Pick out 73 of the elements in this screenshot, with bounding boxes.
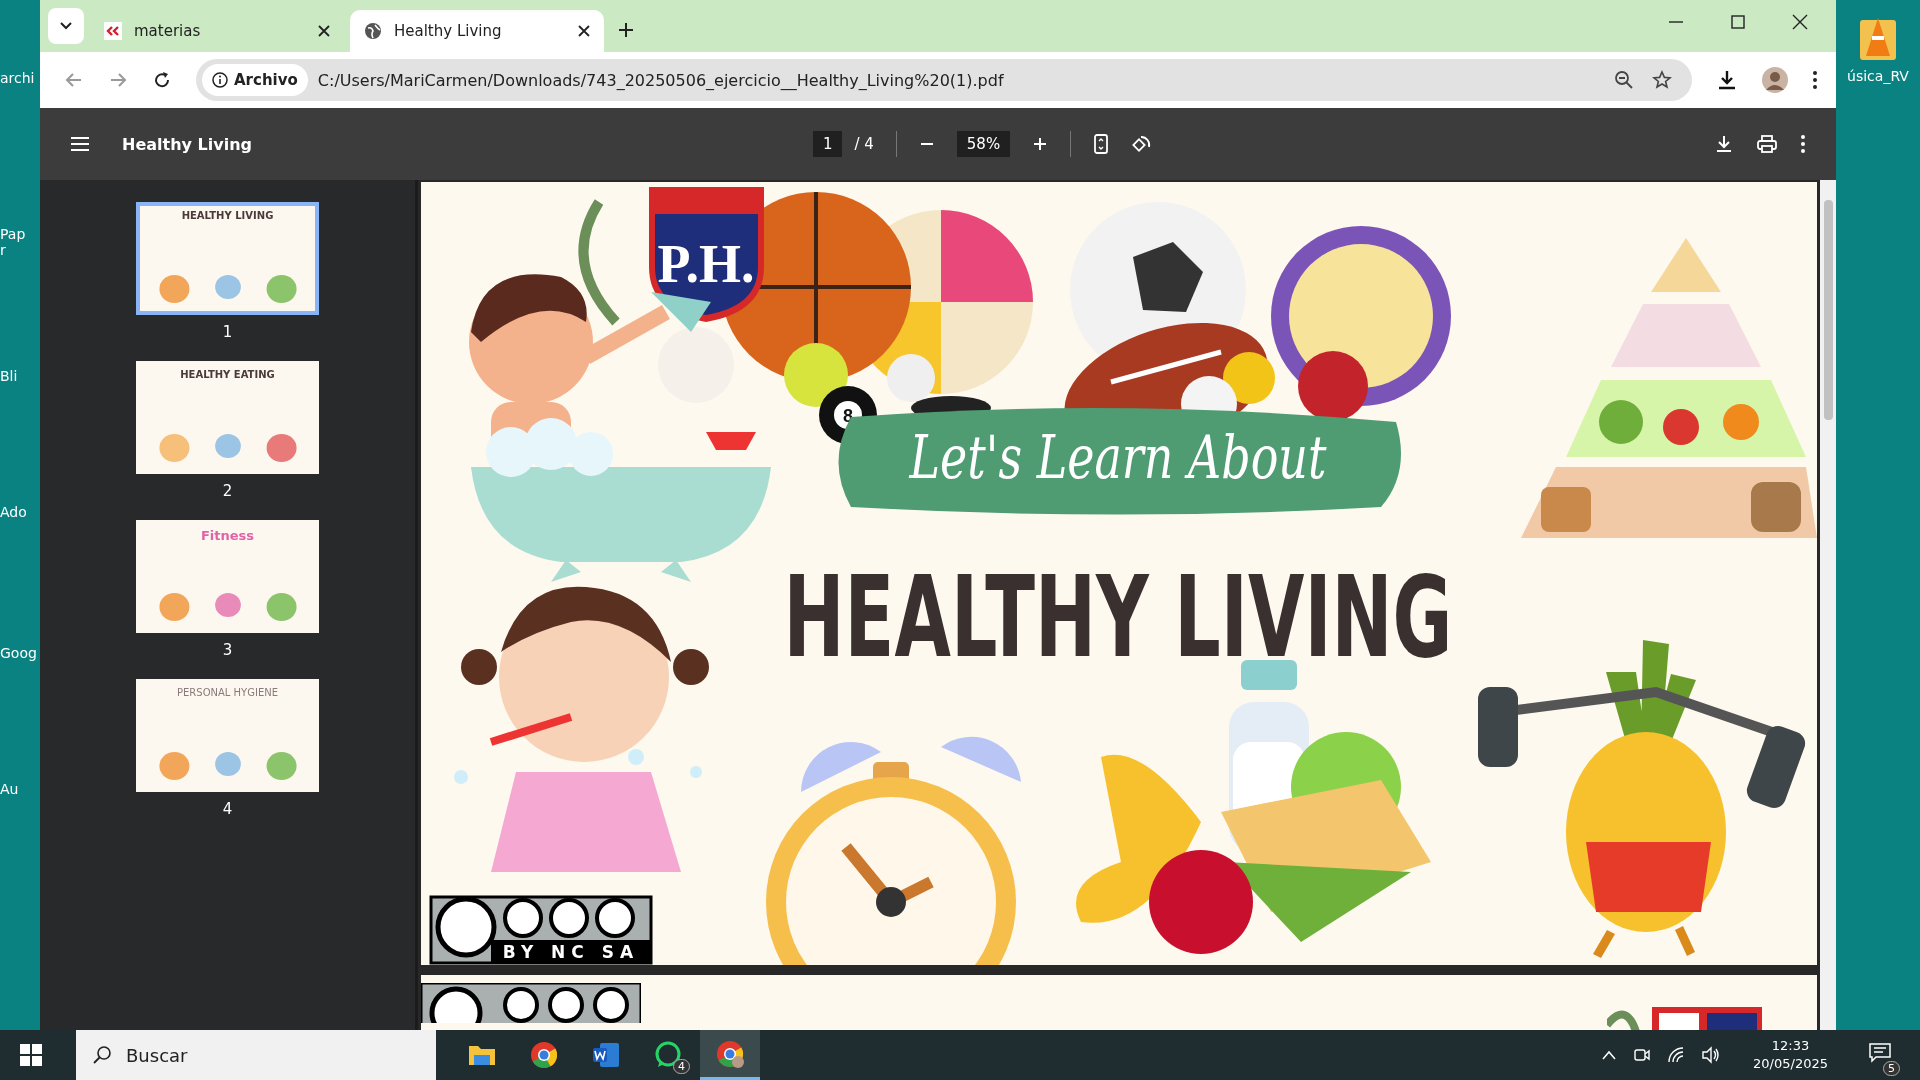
wifi-icon[interactable]	[1667, 1046, 1686, 1064]
notifications-icon[interactable]	[1868, 1042, 1892, 1064]
desktop-icon-label: Goog	[0, 645, 38, 661]
camera-icon[interactable]	[1633, 1046, 1652, 1064]
thumbnail-title: Fitness	[200, 528, 255, 543]
download-icon[interactable]	[1714, 134, 1734, 154]
fit-page-icon[interactable]	[1093, 133, 1110, 155]
info-icon	[212, 72, 228, 88]
zoom-out-icon[interactable]	[1614, 70, 1634, 90]
close-icon[interactable]	[578, 25, 590, 37]
reload-icon[interactable]	[152, 70, 172, 90]
chevron-up-icon[interactable]	[1601, 1050, 1618, 1060]
search-icon	[92, 1045, 112, 1065]
print-icon[interactable]	[1756, 134, 1778, 154]
clock-date: 20/05/2025	[1753, 1055, 1828, 1073]
banner-text: Let's Learn About	[909, 421, 1327, 493]
profile-avatar-icon[interactable]	[1762, 67, 1788, 93]
menu-icon[interactable]	[70, 136, 90, 152]
thumbnail-title: PERSONAL HYGIENE	[177, 687, 278, 698]
browser-tab[interactable]: Healthy Living	[350, 10, 604, 52]
browser-logo-icon	[530, 1041, 558, 1069]
taskbar-app[interactable]	[700, 1030, 760, 1080]
menu-icon[interactable]	[1812, 70, 1818, 90]
scrollbar[interactable]	[1820, 180, 1836, 1030]
page-count: / 4	[854, 135, 874, 153]
address-bar[interactable]: Archivo C:/Users/MariCarmen/Downloads/743_20250506_ejercicio__Healthy_Living%20(1).pdf	[196, 59, 1692, 101]
page-number: 4	[222, 800, 233, 818]
site-logo-icon	[104, 22, 122, 40]
page-number: 1	[222, 323, 233, 341]
download-icon[interactable]	[1716, 69, 1738, 91]
browser-logo-icon	[716, 1039, 744, 1068]
speaker-icon[interactable]	[1701, 1046, 1722, 1064]
slide-heading: HEALTHY LIVING	[783, 551, 1453, 683]
page-thumbnail[interactable]: HEALTHY LIVING	[136, 202, 319, 315]
tab-search-button[interactable]	[48, 8, 84, 44]
desktop-icon-label: Pap	[0, 226, 27, 242]
new-tab-icon[interactable]	[618, 22, 634, 38]
maximize-icon[interactable]	[1730, 14, 1746, 30]
globe-icon	[364, 22, 382, 40]
more-icon[interactable]	[1800, 134, 1806, 154]
taskbar-search-field[interactable]: Buscar	[76, 1030, 436, 1080]
license-badge: BY NC SA	[429, 895, 653, 965]
page-number-field[interactable]: 1	[812, 131, 843, 157]
browser-tab[interactable]: materias	[90, 10, 344, 52]
zoom-in-icon[interactable]	[1032, 136, 1049, 152]
chevron-down-icon	[59, 21, 73, 31]
page-thumbnail[interactable]: PERSONAL HYGIENE	[136, 679, 319, 792]
desktop-icon-label: úsica_RV	[1847, 68, 1909, 84]
url-text: C:/Users/MariCarmen/Downloads/743_20250506_ejercicio__Healthy_Living%20(1).pdf	[317, 70, 1004, 90]
folder-icon	[468, 1043, 496, 1067]
thumbnail-title: HEALTHY LIVING	[181, 210, 274, 221]
document-app-icon	[592, 1042, 620, 1068]
star-icon[interactable]	[1652, 70, 1672, 90]
page-thumbnail[interactable]: HEALTHY EATING	[136, 361, 319, 474]
clock-time: 12:33	[1771, 1037, 1810, 1055]
windows-start-icon[interactable]	[20, 1044, 42, 1066]
close-icon[interactable]	[1792, 14, 1808, 30]
desktop-icon-label: Au	[0, 781, 20, 797]
desktop-icon-label: Ado	[0, 504, 28, 520]
close-icon[interactable]	[318, 25, 330, 37]
taskbar-app[interactable]: 4	[638, 1030, 698, 1080]
page-number: 3	[222, 641, 233, 659]
desktop-icon-label: archi	[0, 70, 36, 86]
desktop-icon-label: r	[0, 242, 7, 258]
notification-count: 5	[1883, 1061, 1900, 1076]
zoom-field[interactable]: 58%	[956, 131, 1011, 157]
scrollbar-thumb[interactable]	[1823, 200, 1833, 420]
site-info-button[interactable]: Archivo	[202, 64, 308, 96]
page-number: 2	[222, 482, 233, 500]
notification-badge: 4	[673, 1059, 690, 1074]
desktop-icon-label: Bli	[0, 368, 19, 384]
thumbnail-title: HEALTHY EATING	[180, 369, 275, 380]
document-title: Healthy Living	[122, 134, 252, 154]
